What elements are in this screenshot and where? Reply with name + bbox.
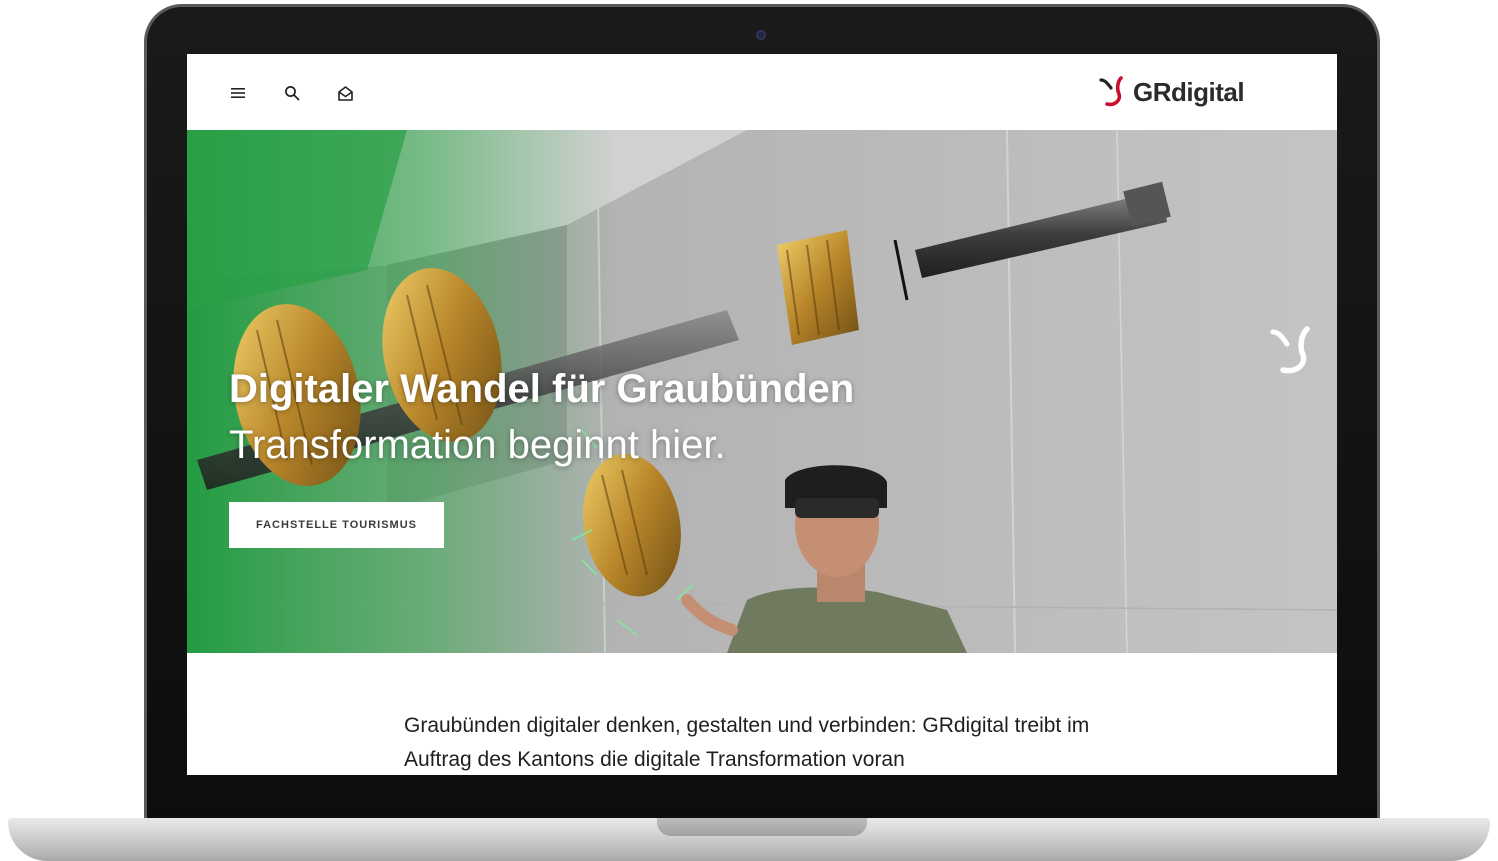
grdigital-logo[interactable]: GRdigital <box>1099 74 1245 110</box>
grdigital-mark-icon <box>1270 326 1310 374</box>
logo-text: GRdigital <box>1133 76 1245 107</box>
intro-text: Graubünden digitaler denken, gestalten u… <box>404 714 1090 771</box>
hero-subtitle: Transformation beginnt hier. <box>229 423 726 467</box>
mail-inbox-icon[interactable] <box>334 82 356 104</box>
search-icon[interactable] <box>281 82 303 104</box>
browser-screen: GRdigital Digitaler Wandel für Graubünde… <box>187 54 1337 775</box>
hero-banner: Digitaler Wandel für Graubünden Transfor… <box>187 130 1337 653</box>
hamburger-menu-icon[interactable] <box>227 82 249 104</box>
laptop-notch <box>657 818 867 836</box>
fachstelle-tourismus-button[interactable]: FACHSTELLE TOURISMUS <box>229 502 444 548</box>
hero-title: Digitaler Wandel für Graubünden <box>229 367 855 411</box>
camera-icon <box>756 30 766 40</box>
site-header: GRdigital <box>187 54 1337 130</box>
grdigital-logo-mark-icon <box>1099 76 1123 107</box>
